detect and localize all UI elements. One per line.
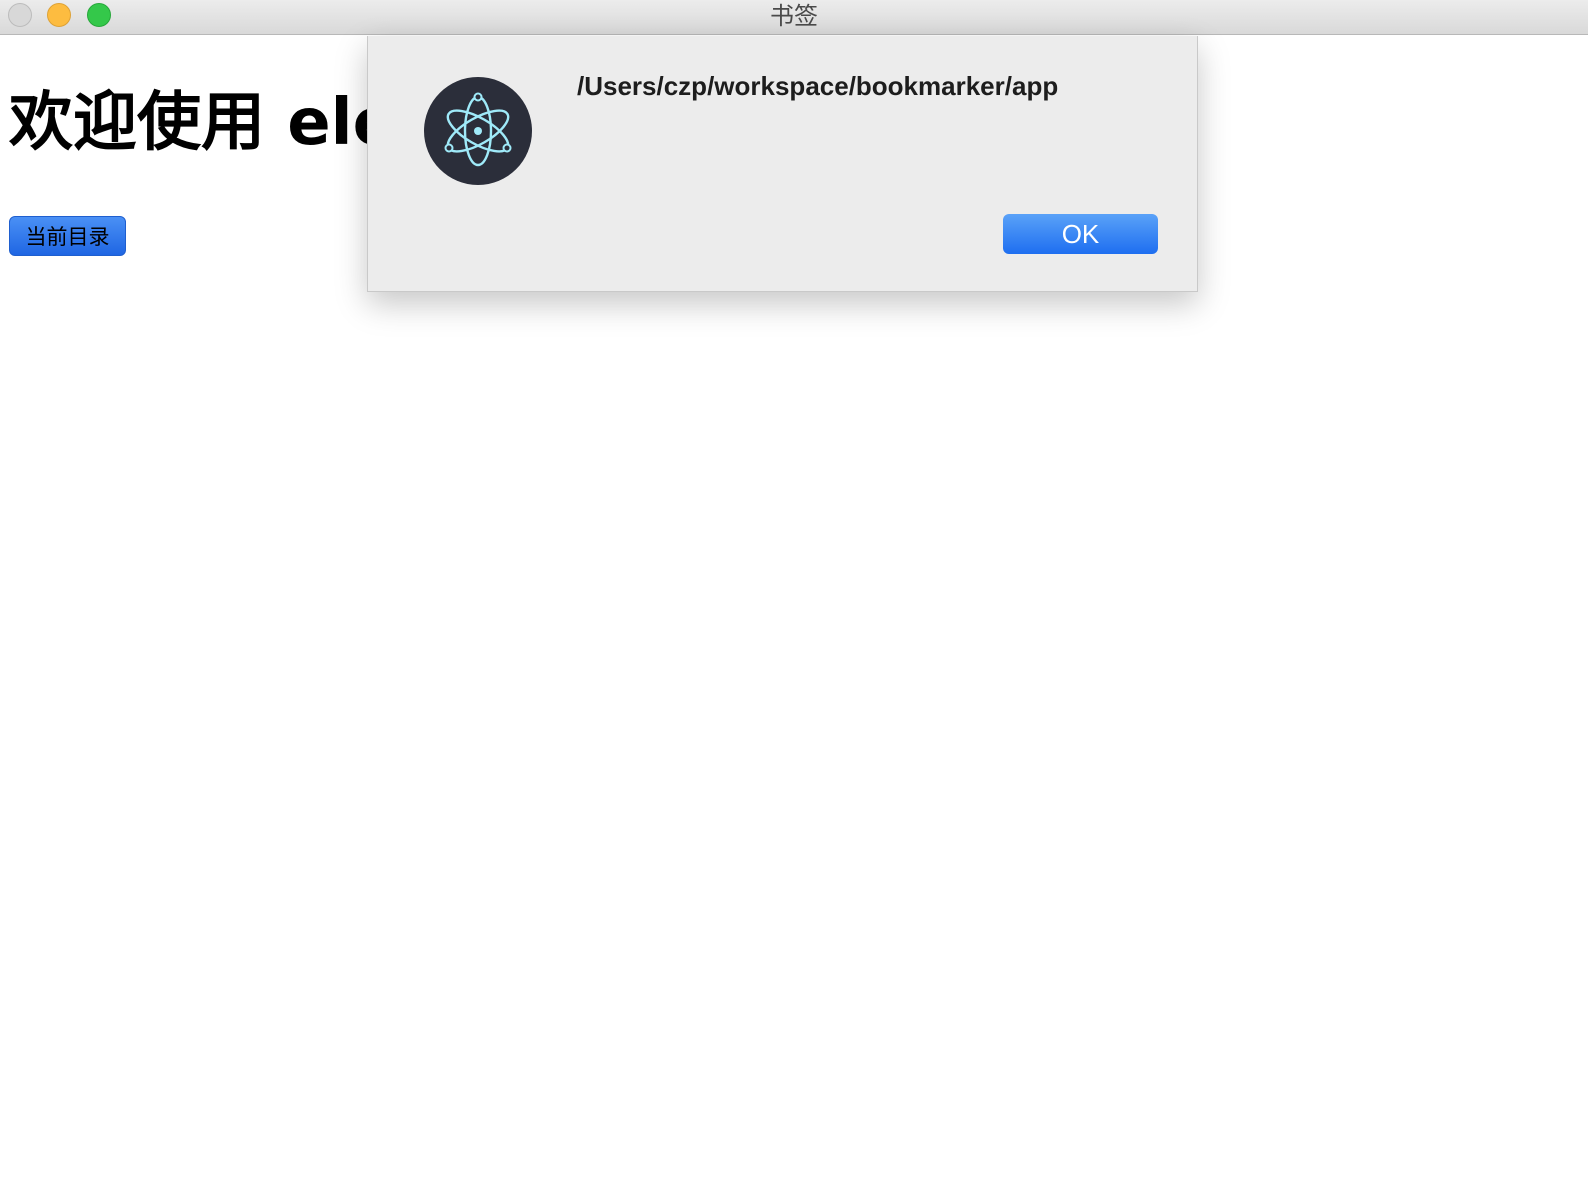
current-directory-button[interactable]: 当前目录 <box>9 216 126 256</box>
message-dialog: /Users/czp/workspace/bookmarker/app OK <box>367 36 1198 292</box>
ok-button[interactable]: OK <box>1003 214 1158 254</box>
dialog-message: /Users/czp/workspace/bookmarker/app <box>577 71 1059 101</box>
title-bar[interactable]: 书签 <box>0 0 1588 35</box>
atom-icon <box>444 92 512 167</box>
window-title: 书签 <box>770 2 818 30</box>
app-window: 书签 欢迎使用 electron 当前目录 /Users/czp/workspa… <box>0 0 1588 1190</box>
electron-app-icon <box>424 77 532 185</box>
